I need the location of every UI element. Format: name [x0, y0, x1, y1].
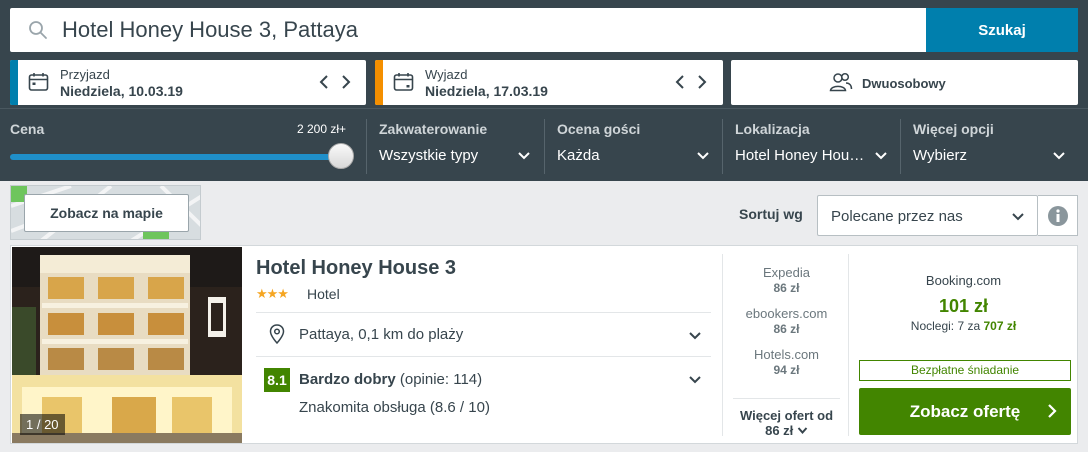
service-rating: Znakomita obsługa (8.6 / 10): [299, 399, 490, 416]
checkin-accent-bar: [10, 60, 18, 105]
price-filter-title: Cena: [10, 121, 45, 137]
chevron-down-icon[interactable]: [688, 329, 702, 343]
hotel-location[interactable]: Pattaya, 0,1 km do plaży: [299, 326, 463, 343]
show-on-map-button[interactable]: Zobacz na mapie: [24, 194, 189, 232]
hotel-type: Hotel: [307, 286, 340, 302]
accommodation-filter-value[interactable]: Wszystkie typy: [379, 147, 478, 164]
more-offers-button[interactable]: Więcej ofert od 86 zł: [733, 398, 840, 438]
chevron-down-icon[interactable]: [874, 149, 888, 163]
offer-site: ebookers.com: [745, 306, 828, 321]
location-filter-title: Lokalizacja: [735, 121, 810, 137]
offer-price: 86 zł: [773, 322, 800, 336]
divider: [256, 312, 711, 313]
offer-item[interactable]: Expedia 86 zł: [723, 265, 850, 295]
more-offers-price: 86 zł: [765, 423, 794, 438]
checkout-label: Wyjazd: [425, 67, 468, 82]
people-icon: [829, 72, 853, 92]
price-max-label: 2 200 zł+: [297, 122, 347, 136]
next-date-chevron-right-icon[interactable]: [337, 72, 355, 92]
best-deal-nights: Noclegi: 7 za 707 zł: [856, 319, 1071, 333]
view-deal-label: Zobacz ofertę: [909, 401, 1021, 421]
offer-price: 94 zł: [773, 363, 800, 377]
hotel-stars: ★★★: [256, 286, 289, 301]
more-offers-label: Więcej ofert od: [739, 408, 834, 423]
guest-rating-filter-title: Ocena gości: [557, 121, 641, 137]
checkin-value: Niedziela, 10.03.19: [60, 83, 183, 99]
offer-site: Expedia: [763, 265, 810, 280]
chevron-down-icon[interactable]: [1052, 149, 1066, 163]
more-options-filter-title: Więcej opcji: [913, 121, 994, 137]
photo-counter: 1 / 20: [20, 414, 65, 435]
offer-item[interactable]: Hotels.com 94 zł: [723, 347, 850, 377]
offer-site: Hotels.com: [753, 347, 820, 362]
prev-date-chevron-left-icon[interactable]: [315, 72, 333, 92]
chevron-right-icon: [1048, 404, 1057, 418]
best-deal-panel: Booking.com 101 zł Noclegi: 7 za 707 zł …: [856, 246, 1079, 445]
hotel-result-card: 1 / 20 Hotel Honey House 3 ★★★ Hotel Pat…: [10, 245, 1078, 444]
calendar-icon: [28, 73, 49, 91]
hotel-photo[interactable]: 1 / 20: [12, 247, 242, 443]
chevron-down-icon[interactable]: [696, 149, 710, 163]
filter-bar: Cena 2 200 zł+ Zakwaterowanie Wszystkie …: [0, 108, 1088, 181]
sort-select[interactable]: Polecane przez nas: [817, 195, 1038, 236]
next-date-chevron-right-icon[interactable]: [693, 72, 711, 92]
sort-label: Sortuj wg: [739, 206, 803, 222]
sort-info-button[interactable]: [1038, 195, 1078, 236]
offer-price: 86 zł: [773, 281, 800, 295]
rating-label: Bardzo dobry: [299, 371, 396, 388]
room-type-selector[interactable]: Dwuosobowy: [731, 60, 1078, 105]
guest-rating-filter-value[interactable]: Każda: [557, 147, 600, 164]
hotel-name[interactable]: Hotel Honey House 3: [256, 257, 456, 280]
checkout-value: Niedziela, 17.03.19: [425, 83, 548, 99]
filter-divider: [722, 119, 723, 174]
best-deal-site: Booking.com: [925, 273, 1002, 288]
price-slider-handle[interactable]: [328, 143, 354, 169]
checkin-date-picker[interactable]: Przyjazd Niedziela, 10.03.19: [10, 60, 366, 105]
filter-divider: [900, 119, 901, 174]
checkin-label: Przyjazd: [60, 67, 110, 82]
location-filter-value[interactable]: Hotel Honey Hou…: [735, 147, 864, 164]
chevron-down-icon: [797, 427, 808, 435]
calendar-icon: [393, 73, 414, 91]
chevron-down-icon[interactable]: [688, 373, 702, 387]
chevron-down-icon: [1012, 213, 1024, 221]
room-type-label: Dwuosobowy: [862, 76, 946, 91]
search-query[interactable]: Hotel Honey House 3, Pattaya: [62, 16, 358, 44]
filter-divider: [366, 119, 367, 174]
price-slider-track[interactable]: [10, 154, 340, 160]
review-count: (opinie: 114): [399, 371, 483, 388]
sort-value: Polecane przez nas: [831, 208, 963, 225]
prev-date-chevron-left-icon[interactable]: [671, 72, 689, 92]
info-icon: [1047, 205, 1068, 226]
accommodation-filter-title: Zakwaterowanie: [379, 121, 488, 137]
divider: [256, 356, 711, 357]
best-deal-price[interactable]: 101 zł: [856, 296, 1071, 317]
more-options-filter-value[interactable]: Wybierz: [913, 147, 967, 164]
nights-total: 707 zł: [983, 319, 1017, 333]
chevron-down-icon[interactable]: [517, 149, 531, 163]
search-input[interactable]: Hotel Honey House 3, Pattaya: [10, 8, 926, 52]
nights-label: Noclegi: 7 za: [910, 319, 981, 333]
rating-score-badge: 8.1: [264, 368, 290, 392]
search-button[interactable]: Szukaj: [926, 8, 1078, 52]
offer-item[interactable]: ebookers.com 86 zł: [723, 306, 850, 336]
search-icon: [29, 21, 47, 39]
filter-divider: [544, 119, 545, 174]
checkout-accent-bar: [375, 60, 383, 105]
location-pin-icon: [269, 324, 285, 344]
view-deal-button[interactable]: Zobacz ofertę: [859, 388, 1071, 435]
free-breakfast-badge: Bezpłatne śniadanie: [859, 360, 1071, 381]
rating-summary[interactable]: Bardzo dobry (opinie: 114): [299, 371, 482, 388]
checkout-date-picker[interactable]: Wyjazd Niedziela, 17.03.19: [375, 60, 723, 105]
other-offers-list: Expedia 86 zł ebookers.com 86 zł Hotels.…: [722, 254, 850, 438]
search-header: Hotel Honey House 3, Pattaya Szukaj Przy…: [0, 0, 1088, 108]
